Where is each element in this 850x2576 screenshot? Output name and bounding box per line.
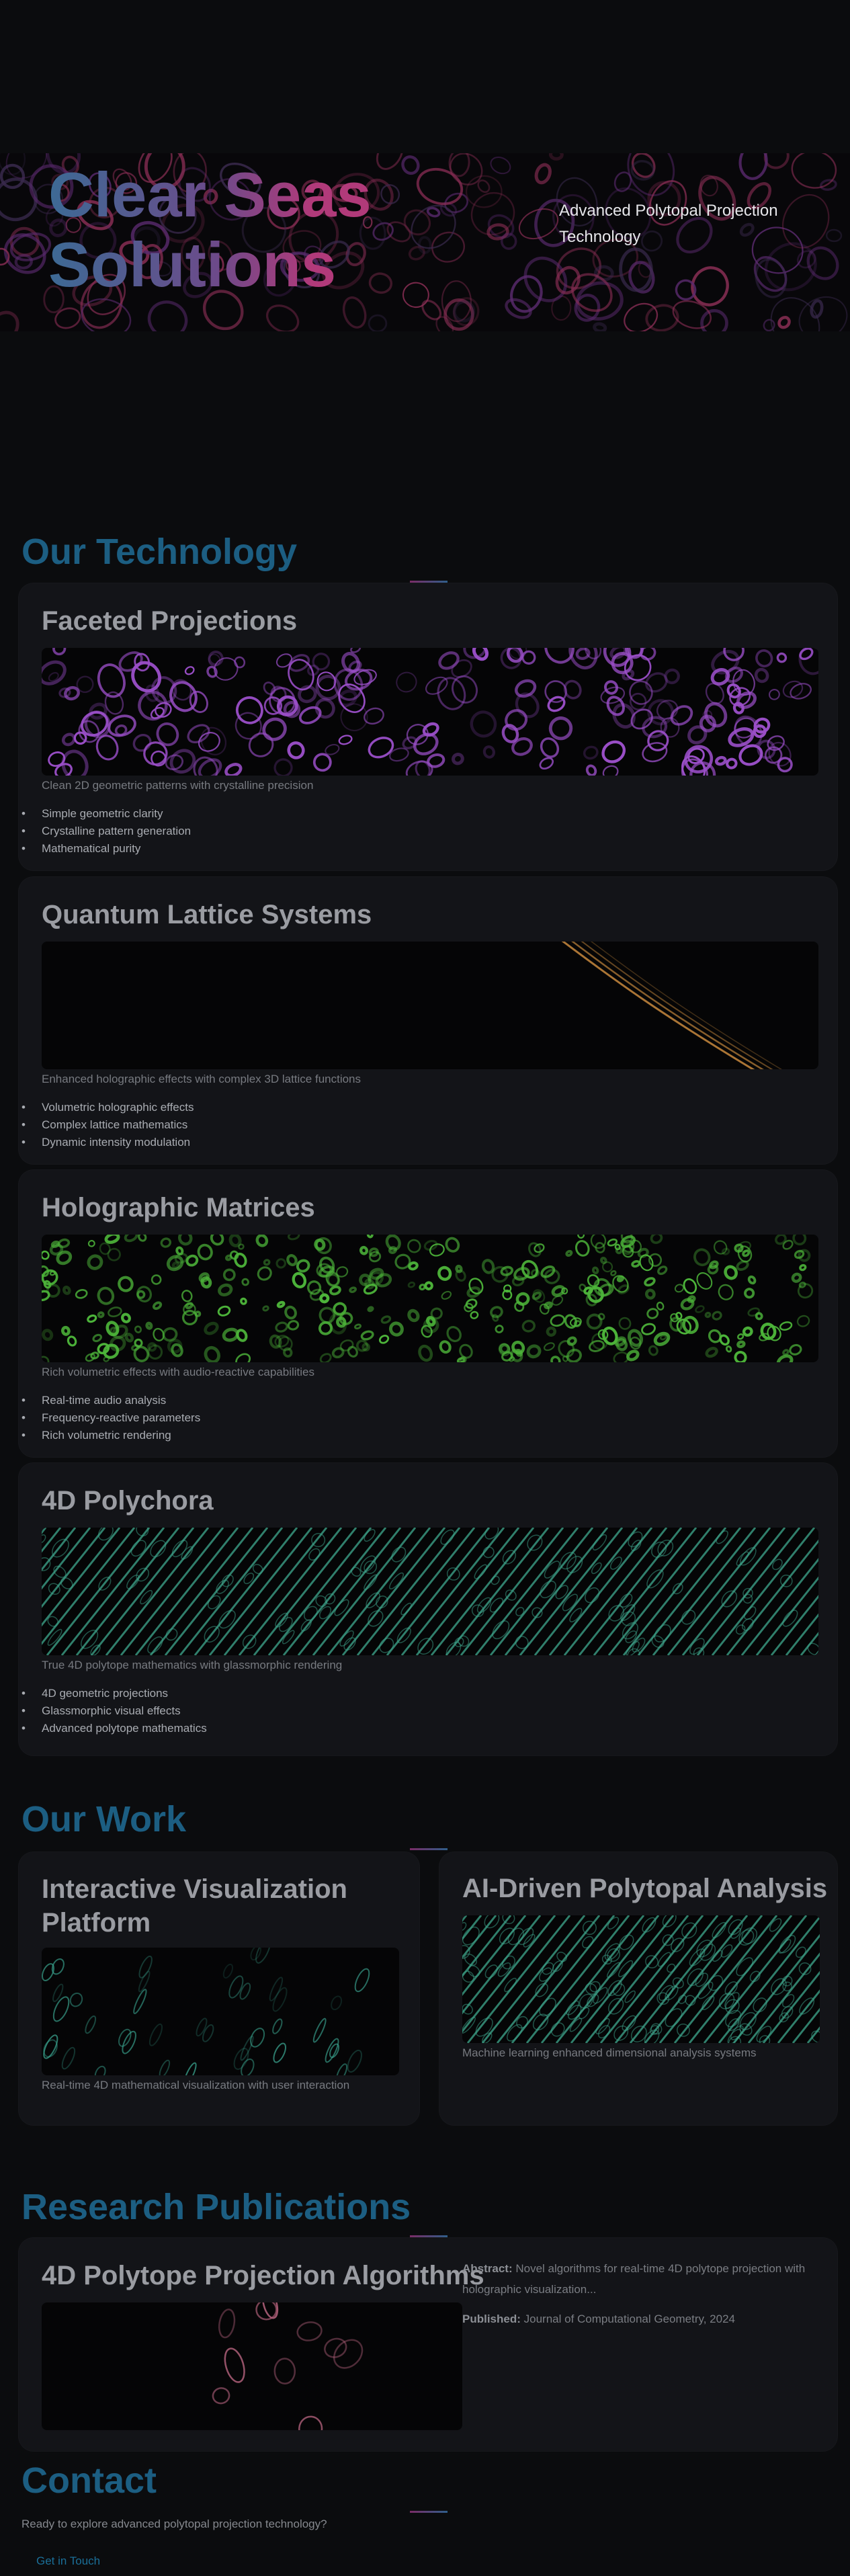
feature-item: Real-time audio analysis — [22, 1392, 200, 1409]
heading-divider — [410, 581, 448, 583]
card-description: Enhanced holographic effects with comple… — [42, 1073, 362, 1085]
ai-analysis-preview — [462, 1915, 820, 2043]
feature-list: Real-time audio analysis Frequency-react… — [22, 1392, 200, 1444]
heading-divider — [410, 1848, 448, 1850]
feature-item: Simple geometric clarity — [22, 805, 191, 823]
feature-item: 4D geometric projections — [22, 1685, 207, 1702]
feature-list: 4D geometric projections Glassmorphic vi… — [22, 1685, 207, 1737]
tech-card-holographic[interactable]: Holographic Matrices Rich volumetric eff… — [19, 1170, 837, 1457]
card-description: Clean 2D geometric patterns with crystal… — [42, 779, 314, 792]
tech-card-faceted[interactable]: Faceted Projections Clean 2D geometric p… — [19, 583, 837, 870]
feature-item: Complex lattice mathematics — [22, 1116, 194, 1134]
hero-subtitle: Advanced Polytopal Projection Technology — [559, 202, 778, 246]
feature-item: Frequency-reactive parameters — [22, 1409, 200, 1427]
feature-item: Dynamic intensity modulation — [22, 1134, 194, 1151]
publication-title: 4D Polytope Projection Algorithms — [42, 2261, 484, 2290]
publication-abstract: Abstract: Novel algorithms for real-time… — [462, 2258, 818, 2300]
contact-text: Ready to explore advanced polytopal proj… — [22, 2518, 327, 2530]
heading-divider — [410, 2235, 448, 2237]
card-description: Real-time 4D mathematical visualization … — [42, 2079, 350, 2091]
quantum-lattice-visualization — [42, 942, 818, 1069]
hero-title: Clear Seas Solutions — [48, 160, 425, 300]
research-heading: Research Publications — [22, 2187, 411, 2227]
get-in-touch-button[interactable]: Get in Touch — [36, 2554, 100, 2568]
holographic-visualization — [42, 1235, 818, 1362]
work-heading: Our Work — [22, 1799, 187, 1839]
tech-card-quantum-lattice[interactable]: Quantum Lattice Systems Enhanced hologra… — [19, 877, 837, 1164]
publication-published: Published: Journal of Computational Geom… — [462, 2309, 818, 2329]
feature-item: Rich volumetric rendering — [22, 1427, 200, 1444]
contact-heading: Contact — [22, 2460, 157, 2501]
card-description: Machine learning enhanced dimensional an… — [462, 2046, 757, 2059]
feature-list: Simple geometric clarity Crystalline pat… — [22, 805, 191, 858]
card-title: 4D Polychora — [42, 1486, 214, 1515]
tech-card-polychora[interactable]: 4D Polychora True 4D polytope mathematic… — [19, 1463, 837, 1755]
polychora-visualization — [42, 1528, 818, 1655]
publication-visualization — [42, 2302, 462, 2430]
card-title: Interactive Visualization Platform — [42, 1874, 347, 1938]
work-card-ai-analysis[interactable]: AI-Driven Polytopal Analysis Machine lea… — [439, 1852, 837, 2125]
card-title: Faceted Projections — [42, 606, 298, 636]
card-title: Holographic Matrices — [42, 1193, 315, 1222]
card-title: Quantum Lattice Systems — [42, 900, 372, 929]
work-card-visualization-platform[interactable]: Interactive Visualization Platform Real-… — [19, 1852, 419, 2125]
publication-card[interactable]: 4D Polytope Projection Algorithms Abstra… — [19, 2238, 837, 2451]
hero-banner: Clear Seas Solutions Advanced Polytopal … — [0, 153, 850, 331]
card-title: AI-Driven Polytopal Analysis — [462, 1874, 828, 1903]
published-label: Published: — [462, 2313, 521, 2325]
feature-item: Advanced polytope mathematics — [22, 1720, 207, 1737]
technology-heading: Our Technology — [22, 532, 298, 572]
published-text: Journal of Computational Geometry, 2024 — [523, 2313, 735, 2325]
visualization-platform-preview — [42, 1948, 399, 2075]
card-description: True 4D polytope mathematics with glassm… — [42, 1659, 343, 1671]
faceted-visualization — [42, 648, 818, 776]
feature-list: Volumetric holographic effects Complex l… — [22, 1099, 194, 1151]
feature-item: Crystalline pattern generation — [22, 823, 191, 840]
feature-item: Glassmorphic visual effects — [22, 1702, 207, 1720]
abstract-text: Novel algorithms for real-time 4D polyto… — [462, 2262, 806, 2296]
abstract-label: Abstract: — [462, 2262, 513, 2275]
card-description: Rich volumetric effects with audio-react… — [42, 1366, 314, 1378]
heading-divider — [410, 2511, 448, 2513]
feature-item: Volumetric holographic effects — [22, 1099, 194, 1116]
feature-item: Mathematical purity — [22, 840, 191, 858]
